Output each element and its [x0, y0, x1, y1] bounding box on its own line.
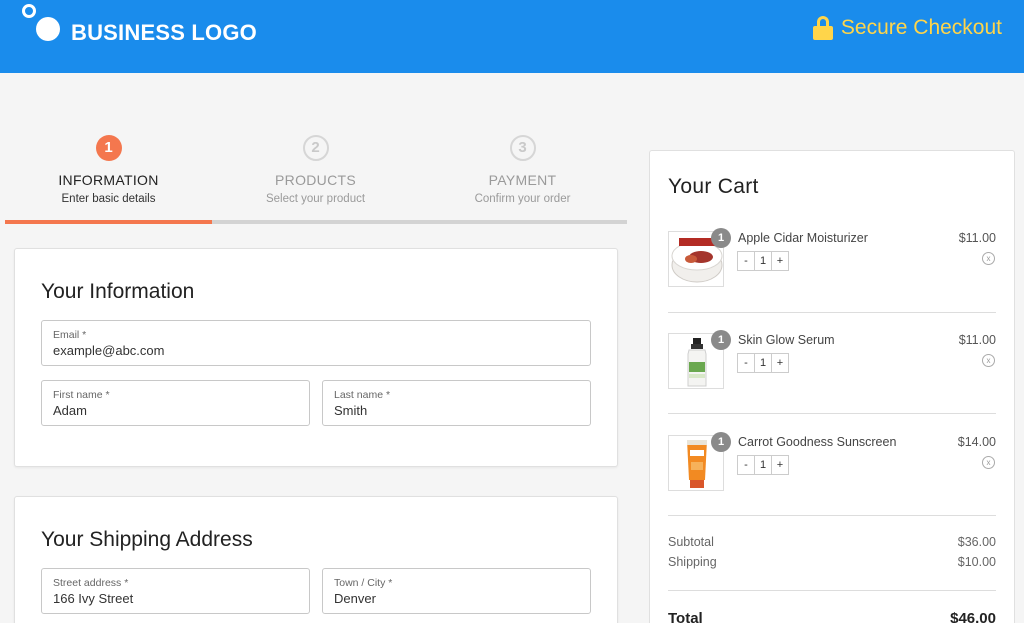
secure-checkout-label: Secure Checkout	[812, 15, 1002, 41]
street-address-value: 166 Ivy Street	[53, 591, 134, 606]
step-subtitle: Enter basic details	[61, 193, 156, 205]
step-products[interactable]: 2 PRODUCTS Select your product	[212, 135, 419, 205]
item-price: $11.00	[958, 231, 996, 245]
last-name-field[interactable]: Last name * Smith	[322, 380, 591, 426]
step-progress-bar	[5, 220, 627, 224]
quantity-stepper: - 1 +	[737, 455, 789, 475]
remove-item-icon[interactable]: x	[982, 252, 995, 265]
increase-button[interactable]: +	[771, 353, 789, 373]
secure-checkout-text: Secure Checkout	[840, 16, 1002, 39]
business-logo[interactable]: BUSINESS LOGO	[22, 4, 262, 64]
last-name-value: Smith	[334, 403, 368, 418]
cart-item: 1 Skin Glow Serum $11.00 - 1 + x	[668, 330, 996, 393]
step-information[interactable]: 1 INFORMATION Enter basic details	[5, 135, 212, 205]
quantity-value[interactable]: 1	[754, 251, 772, 271]
step-subtitle: Confirm your order	[474, 193, 571, 205]
quantity-value[interactable]: 1	[754, 455, 772, 475]
top-header-bar: BUSINESS LOGO Secure Checkout	[0, 0, 1024, 73]
quantity-stepper: - 1 +	[737, 353, 789, 373]
item-price: $14.00	[957, 435, 996, 449]
step-progress-fill	[5, 220, 213, 224]
quantity-badge: 1	[711, 432, 731, 452]
cart-item: 1 Apple Cidar Moisturizer $11.00 - 1 + x	[668, 228, 996, 291]
logo-small-circle-icon	[22, 4, 36, 18]
logo-large-circle-icon	[36, 17, 60, 41]
decrease-button[interactable]: -	[737, 251, 755, 271]
divider	[668, 515, 996, 516]
quantity-stepper: - 1 +	[737, 251, 789, 271]
step-title: PRODUCTS	[275, 172, 356, 188]
shipping-title: Your Shipping Address	[41, 528, 253, 551]
cart-panel: Your Cart 1 Apple Cidar Moisturizer $11.…	[649, 150, 1015, 623]
shipping-value: $10.00	[957, 555, 996, 569]
street-address-label: Street address *	[53, 577, 129, 589]
divider	[668, 413, 996, 414]
subtotal-row: Subtotal $36.00	[668, 535, 996, 549]
step-title: PAYMENT	[488, 172, 557, 188]
subtotal-value: $36.00	[957, 535, 996, 549]
city-label: Town / City *	[334, 577, 393, 589]
item-name: Skin Glow Serum	[738, 333, 835, 347]
increase-button[interactable]: +	[771, 251, 789, 271]
cart-item: 1 Carrot Goodness Sunscreen $14.00 - 1 +…	[668, 432, 996, 495]
lock-icon	[812, 16, 833, 40]
shipping-card: Your Shipping Address Street address * 1…	[14, 496, 618, 623]
city-field[interactable]: Town / City * Denver	[322, 568, 591, 614]
divider	[668, 312, 996, 313]
cart-title: Your Cart	[668, 175, 759, 198]
shipping-label: Shipping	[668, 555, 717, 569]
shipping-row: Shipping $10.00	[668, 555, 996, 569]
quantity-value[interactable]: 1	[754, 353, 772, 373]
email-field[interactable]: Email * example@abc.com	[41, 320, 591, 366]
first-name-value: Adam	[53, 403, 87, 418]
last-name-label: Last name *	[334, 389, 391, 401]
step-number: 2	[302, 135, 329, 161]
email-value: example@abc.com	[53, 343, 165, 358]
total-row: Total $46.00	[668, 610, 996, 623]
decrease-button[interactable]: -	[737, 455, 755, 475]
quantity-badge: 1	[711, 228, 731, 248]
item-price: $11.00	[958, 333, 996, 347]
decrease-button[interactable]: -	[737, 353, 755, 373]
city-value: Denver	[334, 591, 376, 606]
first-name-field[interactable]: First name * Adam	[41, 380, 310, 426]
step-number: 3	[509, 135, 536, 161]
divider	[668, 590, 996, 591]
total-label: Total	[668, 610, 703, 623]
subtotal-label: Subtotal	[668, 535, 714, 549]
quantity-badge: 1	[711, 330, 731, 350]
information-title: Your Information	[41, 280, 195, 303]
street-address-field[interactable]: Street address * 166 Ivy Street	[41, 568, 310, 614]
step-payment[interactable]: 3 PAYMENT Confirm your order	[419, 135, 626, 205]
item-name: Apple Cidar Moisturizer	[738, 231, 868, 245]
remove-item-icon[interactable]: x	[982, 354, 995, 367]
logo-text: BUSINESS LOGO	[71, 20, 257, 45]
step-title: INFORMATION	[58, 172, 159, 188]
increase-button[interactable]: +	[771, 455, 789, 475]
remove-item-icon[interactable]: x	[982, 456, 995, 469]
step-subtitle: Select your product	[265, 193, 366, 205]
information-card: Your Information Email * example@abc.com…	[14, 248, 618, 467]
email-label: Email *	[53, 329, 87, 341]
step-number: 1	[95, 135, 122, 161]
total-value: $46.00	[950, 610, 996, 623]
first-name-label: First name *	[53, 389, 110, 401]
item-name: Carrot Goodness Sunscreen	[738, 435, 897, 449]
checkout-steps: 1 INFORMATION Enter basic details 2 PROD…	[5, 135, 627, 225]
